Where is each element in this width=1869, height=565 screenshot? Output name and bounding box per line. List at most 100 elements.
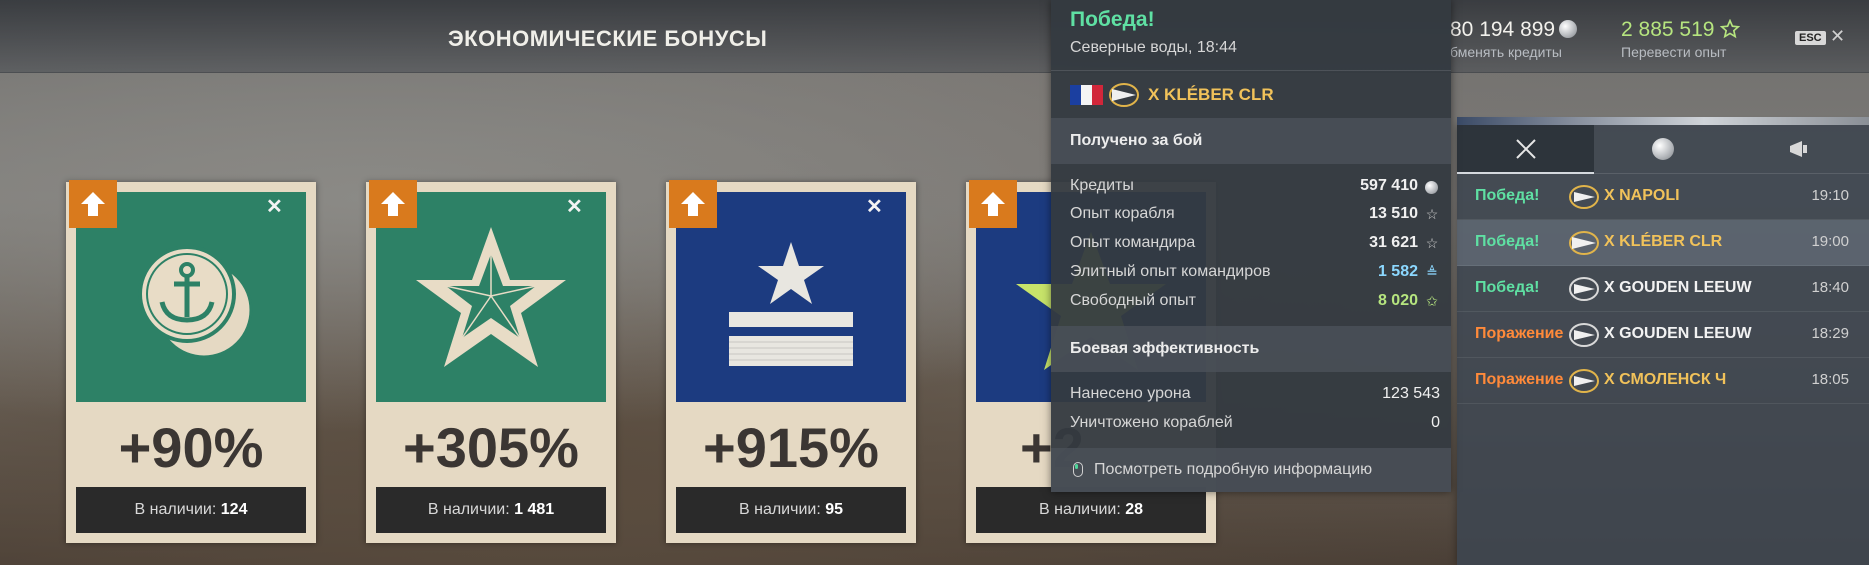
efficiency-label: Нанесено урона	[1070, 385, 1191, 402]
view-details-link[interactable]: Посмотреть подробную информацию	[1051, 448, 1451, 492]
availability-label: В наличии:	[738, 501, 821, 518]
credits-coin-icon	[1559, 20, 1578, 38]
availability-count: 95	[825, 501, 844, 518]
battle-result: Победа!	[1475, 279, 1540, 296]
battle-history-row[interactable]: Победа! X GOUDEN LEEUW 18:40	[1457, 266, 1869, 312]
availability-label: В наличии:	[134, 501, 217, 518]
card-close-icon[interactable]: ✕	[266, 194, 283, 219]
received-section-header: Получено за бой	[1051, 118, 1451, 164]
ship-class-icon	[1569, 231, 1599, 255]
ship-class-icon	[1569, 185, 1599, 209]
availability: В наличии: 28	[976, 487, 1206, 533]
efficiency-row: Нанесено урона 123 543	[1070, 382, 1440, 408]
reward-row: Кредиты 597 410	[1070, 174, 1440, 200]
credits-balance[interactable]: 80 194 899	[1450, 18, 1578, 42]
reward-value: 1 582	[1377, 263, 1418, 280]
upgrade-badge	[969, 180, 1017, 228]
credits-value: 80 194 899	[1450, 18, 1556, 41]
availability-count: 1 481	[514, 501, 555, 518]
ship-class-icon	[1569, 369, 1599, 393]
reward-value: 13 510	[1369, 205, 1418, 222]
reward-value: 8 020	[1377, 292, 1418, 309]
efficiency-section-header: Боевая эффективность	[1051, 326, 1451, 372]
convert-xp-link[interactable]: Перевести опыт	[1621, 44, 1726, 60]
upgrade-badge	[669, 180, 717, 228]
efficiency-value: 123 543	[1382, 385, 1440, 402]
history-tabs	[1457, 125, 1869, 174]
availability: В наличии: 124	[76, 487, 306, 533]
ship-name: X NAPOLI	[1604, 187, 1680, 204]
credits-coin-icon	[1651, 138, 1674, 160]
tab-notifications[interactable]	[1731, 125, 1868, 173]
bonus-card[interactable]: ✕ +305% В наличии: 1 481	[366, 180, 616, 543]
reward-row: Опыт командира 31 621 ☆	[1070, 231, 1440, 257]
free-xp-balance[interactable]: 2 885 519	[1621, 18, 1741, 42]
battle-history-row[interactable]: Поражение X СМОЛЕНСК Ч 18:05	[1457, 358, 1869, 404]
card-close-icon[interactable]: ✕	[866, 194, 883, 219]
close-icon[interactable]: ✕	[1830, 26, 1845, 47]
credits-coin-icon	[1425, 181, 1438, 194]
france-flag-icon	[1070, 85, 1103, 105]
ship-name: X GOUDEN LEEUW	[1604, 325, 1752, 342]
divider	[1051, 70, 1451, 71]
availability-label: В наличии:	[1038, 501, 1121, 518]
ship-name: X KLÉBER CLR	[1148, 85, 1274, 104]
efficiency-label: Уничтожено кораблей	[1070, 414, 1233, 431]
free-xp-value: 2 885 519	[1621, 18, 1715, 41]
bonus-percent: +915%	[703, 416, 879, 479]
battle-result: Поражение	[1475, 371, 1564, 388]
ship-class-icon	[1109, 83, 1139, 107]
arrow-up-icon	[981, 192, 1005, 216]
battle-result: Поражение	[1475, 325, 1564, 342]
esc-key[interactable]: ESC	[1795, 31, 1826, 45]
reward-label: Опыт командира	[1070, 234, 1196, 251]
reward-label: Свободный опыт	[1070, 292, 1196, 309]
battle-details-tooltip: Победа! Северные воды, 18:44 X KLÉBER CL…	[1051, 0, 1451, 492]
megaphone-icon	[1789, 141, 1807, 157]
availability: В наличии: 1 481	[376, 487, 606, 533]
reward-label: Кредиты	[1070, 177, 1134, 194]
star-outline-icon: ☆	[1425, 206, 1439, 222]
battle-result: Победа!	[1475, 233, 1540, 250]
battle-history-row[interactable]: Победа! X NAPOLI 19:10	[1457, 174, 1869, 220]
star-outline-icon: ☆	[1425, 235, 1439, 251]
bonus-percent: +90%	[118, 416, 264, 479]
free-xp-star-icon	[1719, 18, 1741, 39]
ship-name: X GOUDEN LEEUW	[1604, 279, 1752, 296]
arrow-up-icon	[681, 192, 705, 216]
availability-count: 28	[1125, 501, 1144, 518]
card-close-icon[interactable]: ✕	[566, 194, 583, 219]
efficiency-value: 0	[1431, 414, 1440, 431]
reward-value: 597 410	[1360, 177, 1418, 194]
availability-count: 124	[220, 501, 248, 518]
ship-class-icon	[1569, 277, 1599, 301]
battle-history-panel: Победа! X NAPOLI 19:10 Победа! X KLÉBER …	[1457, 117, 1869, 565]
reward-label: Элитный опыт командиров	[1070, 263, 1271, 280]
availability: В наличии: 95	[676, 487, 906, 533]
battle-result: Победа!	[1475, 187, 1540, 204]
reward-row: Свободный опыт 8 020 ✩	[1070, 289, 1440, 315]
upgrade-badge	[69, 180, 117, 228]
ship-line: X KLÉBER CLR	[1070, 82, 1274, 108]
battle-result-title: Победа!	[1070, 8, 1155, 31]
battle-history-row-selected[interactable]: Победа! X KLÉBER CLR 19:00	[1457, 220, 1869, 266]
upgrade-badge	[369, 180, 417, 228]
panel-top-strip	[1457, 117, 1869, 125]
battle-time: 18:40	[1811, 279, 1849, 296]
efficiency-row: Уничтожено кораблей 0	[1070, 411, 1440, 437]
arrow-up-icon	[381, 192, 405, 216]
exchange-credits-link[interactable]: бменять кредиты	[1450, 44, 1562, 60]
tab-battles[interactable]	[1457, 125, 1594, 174]
ship-class-icon	[1569, 323, 1599, 347]
bonus-card[interactable]: ✕ +915% В наличии: 95	[666, 180, 916, 543]
map-and-time: Северные воды, 18:44	[1070, 39, 1237, 56]
top-bar: ЭКОНОМИЧЕСКИЕ БОНУСЫ 80 194 899 бменять …	[0, 0, 1869, 73]
battle-time: 19:10	[1811, 187, 1849, 204]
mouse-icon	[1073, 462, 1083, 477]
ship-name: X KLÉBER CLR	[1604, 233, 1723, 250]
battle-history-row[interactable]: Поражение X GOUDEN LEEUW 18:29	[1457, 312, 1869, 358]
tab-credits[interactable]	[1594, 125, 1731, 173]
ship-name: X СМОЛЕНСК Ч	[1604, 371, 1727, 388]
view-details-label: Посмотреть подробную информацию	[1094, 461, 1373, 478]
bonus-card[interactable]: ✕ +90% В наличии: 124	[66, 180, 316, 543]
